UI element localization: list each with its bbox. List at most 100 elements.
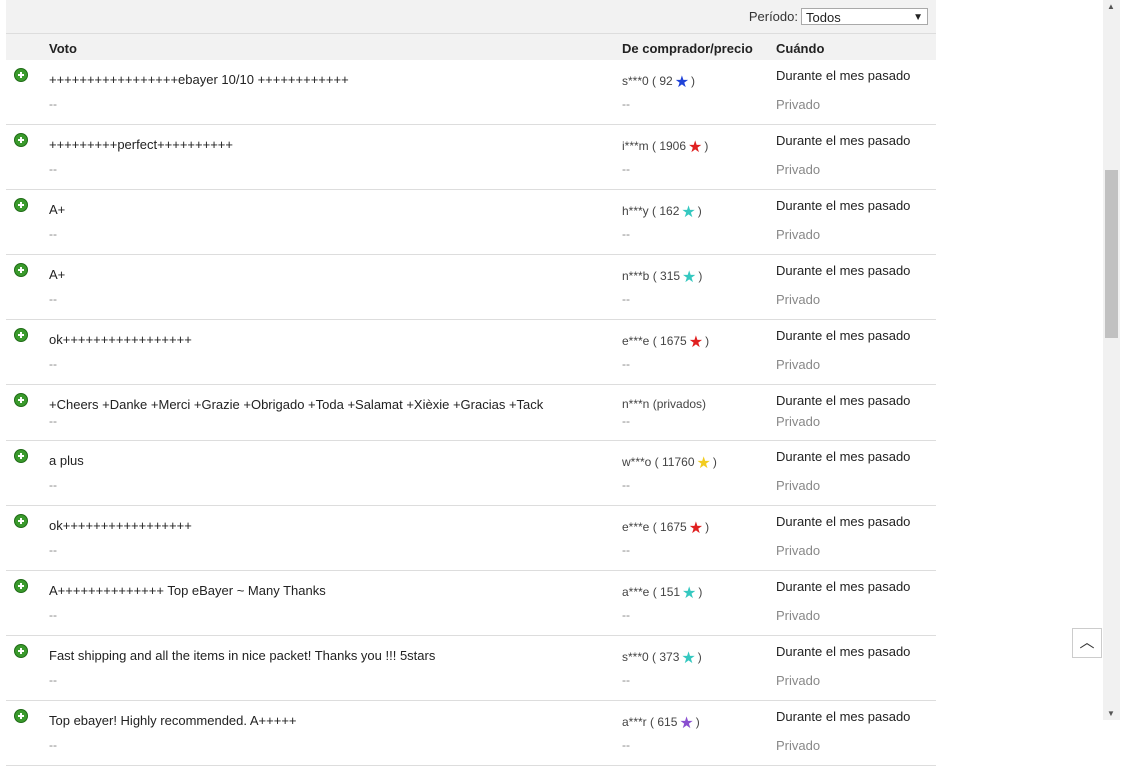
buyer-name[interactable]: s***0 ( 373 [622,650,679,664]
buyer-info[interactable]: a***e ( 151 ★) [622,583,702,603]
buyer-info[interactable]: s***0 ( 373 ★) [622,648,702,668]
buyer-info[interactable]: s***0 ( 92 ★) [622,72,695,92]
price-detail: -- [622,292,630,306]
positive-feedback-icon [14,393,28,407]
buyer-close: ) [697,650,702,664]
buyer-info[interactable]: i***m ( 1906 ★) [622,137,708,157]
feedback-row: +Cheers +Danke +Merci +Grazie +Obrigado … [6,385,936,441]
positive-feedback-icon [14,328,28,342]
feedback-privacy: Privado [776,292,821,307]
column-vote[interactable]: Voto [49,41,77,56]
positive-feedback-icon [14,449,28,463]
feedback-when: Durante el mes pasado [776,133,911,148]
buyer-close: ) [712,455,717,469]
feedback-privacy: Privado [776,608,821,623]
buyer-name[interactable]: n***b ( 315 [622,269,680,283]
feedback-privacy: Privado [776,227,821,242]
buyer-name[interactable]: w***o ( 11760 [622,455,695,469]
feedback-star-icon: ★ [688,334,704,351]
feedback-when: Durante el mes pasado [776,393,911,408]
item-detail: -- [49,97,57,111]
buyer-info[interactable]: h***y ( 162 ★) [622,202,702,222]
feedback-star-icon: ★ [681,650,696,667]
feedback-star-icon: ★ [682,585,697,602]
positive-feedback-icon [14,709,28,723]
feedback-when: Durante el mes pasado [776,198,911,213]
price-detail: -- [622,162,630,176]
feedback-row: a plus -- w***o ( 11760 ★) -- Durante el mes … [6,441,936,506]
buyer-name[interactable]: h***y ( 162 [622,204,679,218]
buyer-name[interactable]: n***n (privados) [622,397,706,411]
feedback-panel: Período: Todos ▼ Voto De comprador/preci… [6,0,936,766]
buyer-close: ) [691,74,696,88]
positive-feedback-icon [14,579,28,593]
buyer-close: ) [695,715,700,729]
scroll-up-icon[interactable]: ▲ [1107,2,1115,11]
positive-feedback-icon [14,68,28,82]
item-detail: -- [49,608,57,622]
page-scrollbar[interactable]: ▲ ▼ [1103,0,1120,720]
feedback-star-icon: ★ [688,520,704,537]
buyer-info[interactable]: e***e ( 1675 ★) [622,518,709,538]
feedback-row: +++++++++++++++++ebayer 10/10 ++++++++++… [6,60,936,125]
feedback-star-icon: ★ [696,455,711,472]
feedback-comment: +++++++++++++++++ebayer 10/10 ++++++++++… [49,72,349,87]
buyer-info[interactable]: n***b ( 315 ★) [622,267,702,287]
feedback-privacy: Privado [776,673,821,688]
feedback-when: Durante el mes pasado [776,328,911,343]
feedback-when: Durante el mes pasado [776,449,911,464]
price-detail: -- [622,738,630,752]
feedback-row: ok+++++++++++++++++ -- e***e ( 1675 ★) -- Dur… [6,320,936,385]
period-select[interactable]: Todos ▼ [801,8,928,25]
item-detail: -- [49,738,57,752]
period-select-value: Todos [806,10,841,25]
item-detail: -- [49,478,57,492]
positive-feedback-icon [14,198,28,212]
feedback-comment: +Cheers +Danke +Merci +Grazie +Obrigado … [49,397,544,412]
scrollbar-thumb[interactable] [1105,170,1118,338]
feedback-comment: A+ [49,267,66,282]
price-detail: -- [622,543,630,557]
buyer-info[interactable]: n***n (privados) [622,397,706,411]
feedback-star-icon: ★ [679,715,694,732]
buyer-close: ) [697,204,702,218]
price-detail: -- [622,414,630,428]
buyer-close: ) [705,334,710,348]
chevron-up-icon: ︿ [1079,634,1095,651]
back-to-top-button[interactable]: ︿ [1072,628,1102,658]
price-detail: -- [622,97,630,111]
scroll-down-icon[interactable]: ▼ [1107,709,1115,718]
feedback-when: Durante el mes pasado [776,263,911,278]
feedback-row: Top ebayer! Highly recommended. A+++++ --… [6,701,936,766]
positive-feedback-icon [14,514,28,528]
feedback-row: +++++++++perfect++++++++++ -- i***m ( 1906… [6,125,936,190]
buyer-info[interactable]: w***o ( 11760 ★) [622,453,717,473]
feedback-privacy: Privado [776,478,821,493]
buyer-name[interactable]: a***e ( 151 [622,585,680,599]
positive-feedback-icon [14,263,28,277]
buyer-name[interactable]: i***m ( 1906 [622,139,686,153]
buyer-close: ) [704,139,709,153]
item-detail: -- [49,227,57,241]
feedback-privacy: Privado [776,414,821,429]
price-detail: -- [622,357,630,371]
buyer-close: ) [698,585,703,599]
positive-feedback-icon [14,133,28,147]
price-detail: -- [622,673,630,687]
item-detail: -- [49,162,57,176]
feedback-when: Durante el mes pasado [776,709,911,724]
buyer-name[interactable]: e***e ( 1675 [622,520,687,534]
buyer-info[interactable]: e***e ( 1675 ★) [622,332,709,352]
buyer-name[interactable]: e***e ( 1675 [622,334,687,348]
column-when[interactable]: Cuándo [776,41,824,56]
feedback-table-header: Voto De comprador/precio Cuándo [6,34,936,60]
buyer-close: ) [705,520,710,534]
item-detail: -- [49,673,57,687]
period-filter-bar: Período: Todos ▼ [6,0,936,34]
buyer-name[interactable]: a***r ( 615 [622,715,677,729]
feedback-comment: Fast shipping and all the items in nice … [49,648,436,663]
buyer-name[interactable]: s***0 ( 92 [622,74,673,88]
positive-feedback-icon [14,644,28,658]
buyer-info[interactable]: a***r ( 615 ★) [622,713,700,733]
column-buyer[interactable]: De comprador/precio [622,41,753,56]
